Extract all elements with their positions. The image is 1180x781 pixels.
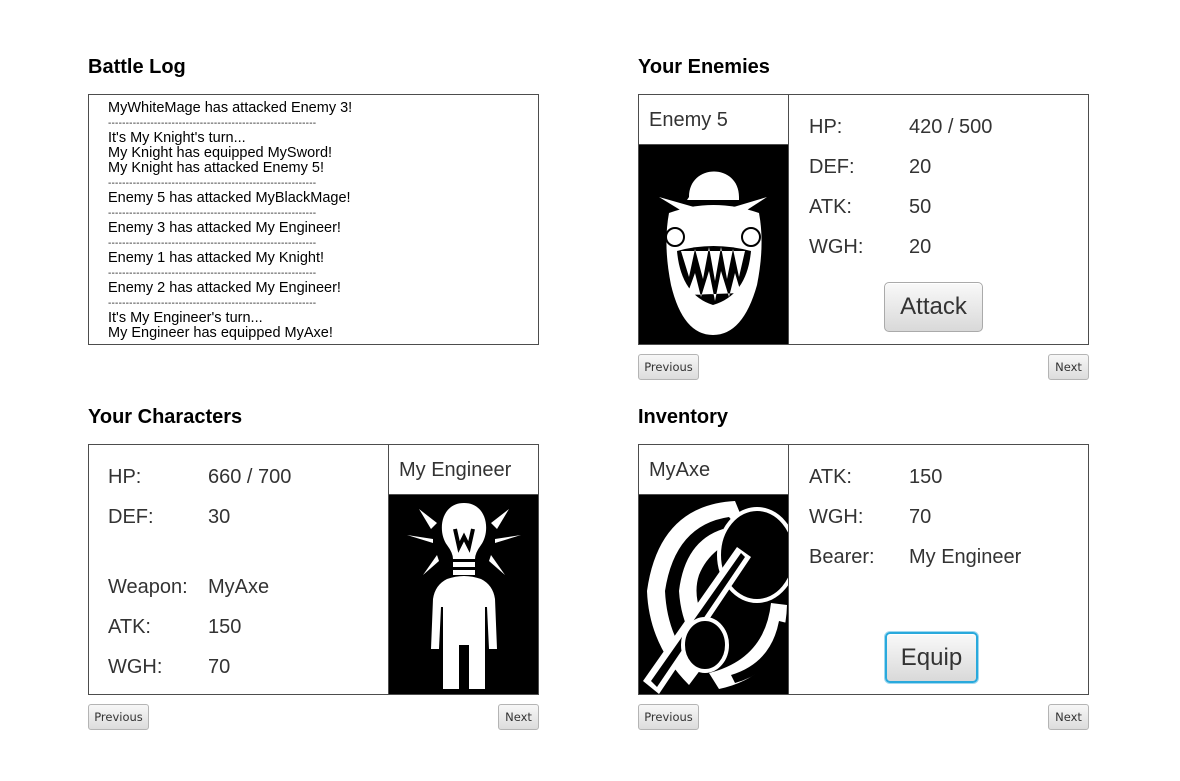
log-line: It's My Knight's turn... [108, 130, 246, 146]
attack-button[interactable]: Attack [884, 282, 983, 332]
battle-log-title: Battle Log [88, 56, 186, 78]
log-line: Enemy 2 has attacked My Engineer! [108, 280, 341, 296]
inventory-next-button[interactable]: Next [1048, 704, 1089, 730]
item-atk-value: 150 [909, 466, 943, 488]
item-wgh-label: WGH: [809, 506, 864, 528]
character-wgh-label: WGH: [108, 656, 163, 678]
item-name: MyAxe [639, 445, 789, 495]
character-weapon-value: MyAxe [208, 576, 270, 598]
log-separator: ----------------------------------------… [108, 268, 317, 279]
inventory-card: MyAxe ATK: 150 WGH: 70 Bearer: My Engine… [638, 444, 1089, 695]
battle-log-panel[interactable]: MyWhiteMage has attacked Enemy 3! -------… [88, 94, 539, 345]
item-bearer-label: Bearer: [809, 546, 875, 568]
character-def-value: 30 [208, 506, 231, 528]
engineer-lightbulb-icon [388, 495, 538, 694]
monster-face-icon [639, 145, 789, 344]
enemies-title: Your Enemies [638, 56, 770, 78]
item-bearer-value: My Engineer [909, 546, 1022, 568]
log-line: It's My Engineer's turn... [108, 310, 263, 326]
log-separator: ----------------------------------------… [108, 178, 317, 189]
enemy-wgh-value: 20 [909, 236, 932, 258]
characters-next-button[interactable]: Next [498, 704, 539, 730]
character-atk-value: 150 [208, 616, 242, 638]
log-line: Enemy 3 has attacked My Engineer! [108, 220, 341, 236]
character-weapon-label: Weapon: [108, 576, 188, 598]
enemy-card: Enemy 5 HP: 420 / 500 DEF: 20 ATK: 50 WG… [638, 94, 1089, 345]
character-atk-label: ATK: [108, 616, 151, 638]
character-card: HP: 660 / 700 DEF: 30 Weapon: MyAxe ATK:… [88, 444, 539, 695]
log-line: My Knight has attacked Enemy 5! [108, 160, 324, 176]
character-wgh-value: 70 [208, 656, 231, 678]
equip-button[interactable]: Equip [885, 632, 978, 683]
enemy-name: Enemy 5 [639, 95, 789, 145]
log-separator: ----------------------------------------… [108, 238, 317, 249]
character-def-label: DEF: [108, 506, 154, 528]
enemy-def-value: 20 [909, 156, 932, 178]
battle-log-lines: MyWhiteMage has attacked Enemy 3! -------… [108, 101, 352, 341]
log-separator: ----------------------------------------… [108, 118, 317, 129]
enemies-next-button[interactable]: Next [1048, 354, 1089, 380]
log-line: My Knight has equipped MySword! [108, 145, 333, 161]
enemy-hp-label: HP: [809, 116, 843, 138]
log-separator: ----------------------------------------… [108, 208, 317, 219]
enemies-previous-button[interactable]: Previous [638, 354, 699, 380]
log-separator: ----------------------------------------… [108, 298, 317, 309]
item-atk-label: ATK: [809, 466, 852, 488]
log-line: MyWhiteMage has attacked Enemy 3! [108, 100, 353, 116]
character-name: My Engineer [388, 445, 538, 495]
character-hp-label: HP: [108, 466, 142, 488]
enemy-atk-label: ATK: [809, 196, 852, 218]
log-line: Enemy 5 has attacked MyBlackMage! [108, 190, 351, 206]
characters-previous-button[interactable]: Previous [88, 704, 149, 730]
enemy-wgh-label: WGH: [809, 236, 864, 258]
enemy-def-label: DEF: [809, 156, 855, 178]
item-wgh-value: 70 [909, 506, 932, 528]
inventory-previous-button[interactable]: Previous [638, 704, 699, 730]
log-line: My Engineer has equipped MyAxe! [108, 325, 333, 341]
inventory-title: Inventory [638, 406, 729, 428]
enemy-hp-value: 420 / 500 [909, 116, 993, 138]
axe-icon [639, 495, 789, 694]
character-hp-value: 660 / 700 [208, 466, 292, 488]
enemy-atk-value: 50 [909, 196, 932, 218]
characters-title: Your Characters [88, 406, 243, 428]
log-line: Enemy 1 has attacked My Knight! [108, 250, 324, 266]
